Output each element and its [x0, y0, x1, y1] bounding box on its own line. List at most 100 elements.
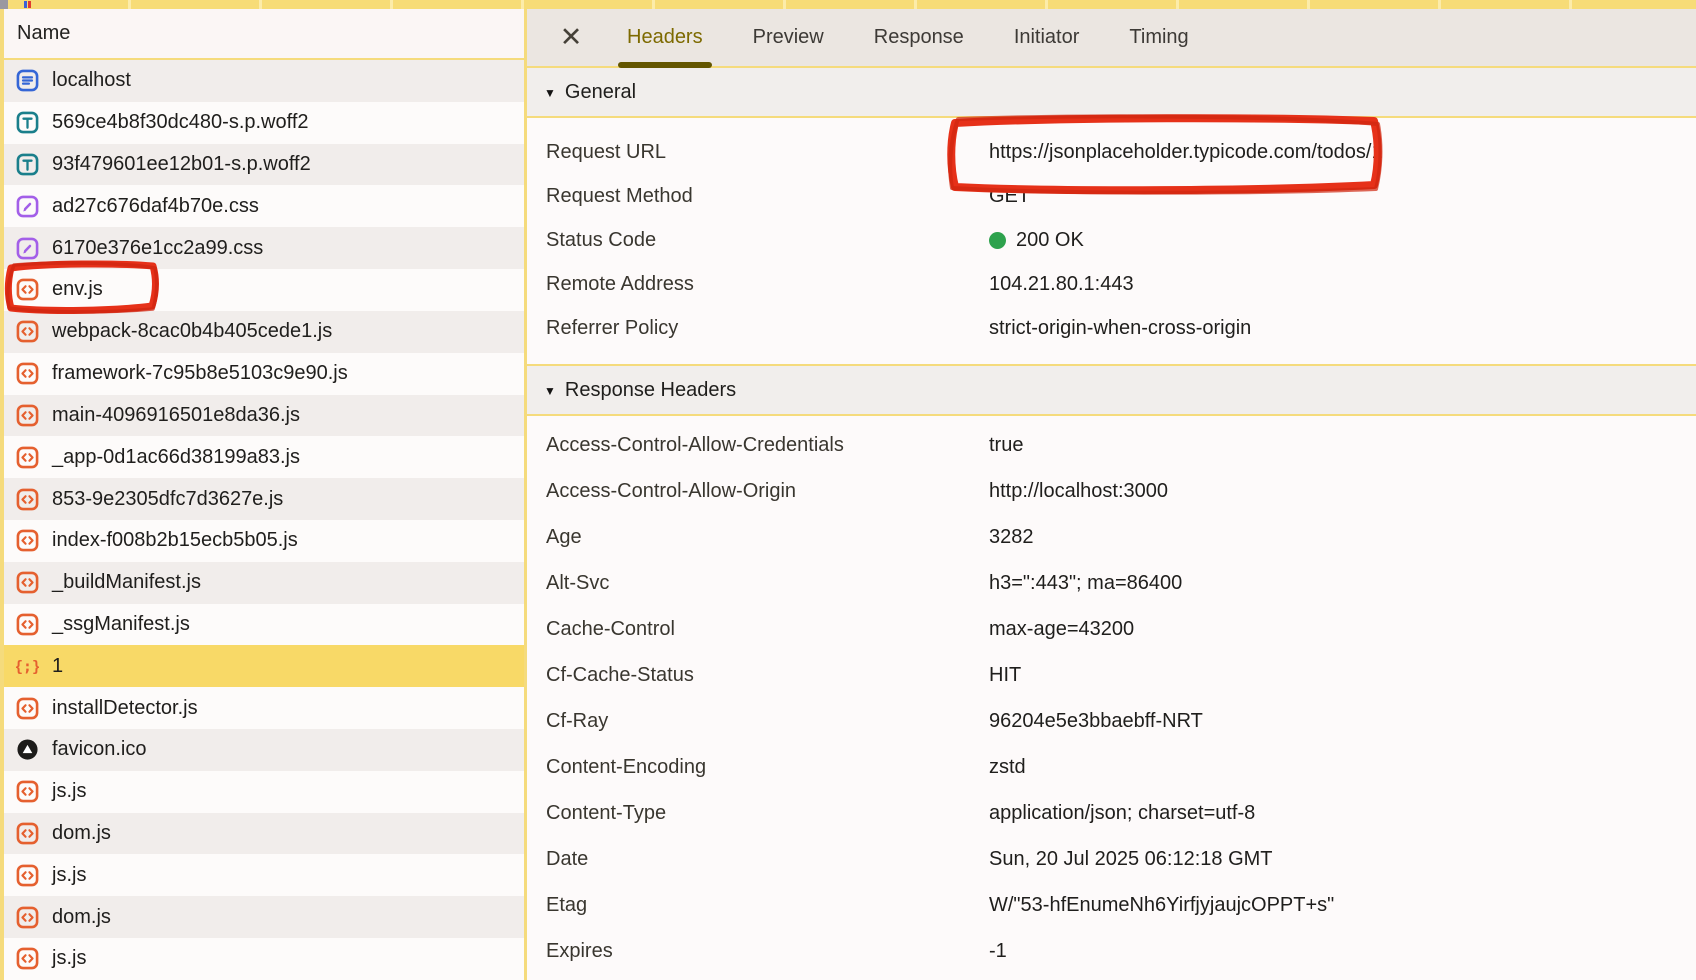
close-icon[interactable]: ✕	[557, 23, 585, 53]
header-name: Cf-Ray	[546, 710, 989, 733]
header-value-text: 104.21.80.1:443	[989, 273, 1134, 296]
status-ok-icon	[989, 232, 1006, 249]
header-row: Cf-Cache-Status HIT	[527, 652, 1696, 698]
network-request-row[interactable]: localhost	[4, 60, 524, 102]
header-row: Remote Address 104.21.80.1:443	[527, 262, 1696, 306]
tab-headers[interactable]: Headers	[627, 9, 703, 66]
header-name: Date	[546, 848, 989, 871]
request-name: localhost	[52, 69, 131, 92]
js-file-icon	[16, 864, 39, 887]
header-value-text: http://localhost:3000	[989, 480, 1168, 503]
request-name: index-f008b2b15ecb5b05.js	[52, 529, 298, 552]
header-row: Expires -1	[527, 928, 1696, 974]
section-title: Response Headers	[565, 379, 736, 402]
network-request-row[interactable]: 6170e376e1cc2a99.css	[4, 227, 524, 269]
name-column-header[interactable]: Name	[4, 9, 524, 60]
request-name: js.js	[52, 864, 86, 887]
network-request-row[interactable]: 853-9e2305dfc7d3627e.js	[4, 478, 524, 520]
tab-label: Response	[874, 26, 964, 49]
js-file-icon	[16, 571, 39, 594]
network-request-row[interactable]: main-4096916501e8da36.js	[4, 395, 524, 437]
tab-response[interactable]: Response	[874, 9, 964, 66]
js-file-icon	[16, 822, 39, 845]
header-value-text: 200 OK	[1016, 229, 1084, 252]
network-request-row[interactable]: index-f008b2b15ecb5b05.js	[4, 520, 524, 562]
network-request-row[interactable]: dom.js	[4, 813, 524, 855]
request-name: dom.js	[52, 906, 111, 929]
tab-label: Headers	[627, 26, 703, 49]
request-name: _app-0d1ac66d38199a83.js	[52, 446, 300, 469]
network-request-row[interactable]: 569ce4b8f30dc480-s.p.woff2	[4, 102, 524, 144]
tab-timing[interactable]: Timing	[1129, 9, 1188, 66]
network-request-row[interactable]: _ssgManifest.js	[4, 604, 524, 646]
tab-preview[interactable]: Preview	[753, 9, 824, 66]
header-value: HIT	[989, 664, 1021, 687]
font-file-icon	[16, 111, 39, 134]
header-value: strict-origin-when-cross-origin	[989, 317, 1251, 340]
header-value: -1	[989, 940, 1007, 963]
js-file-icon	[16, 404, 39, 427]
header-value-text: max-age=43200	[989, 618, 1134, 641]
header-value-text: zstd	[989, 756, 1026, 779]
request-name: favicon.ico	[52, 738, 147, 761]
network-overview-strip[interactable]	[0, 0, 1696, 9]
tab-label: Preview	[753, 26, 824, 49]
header-name: Request URL	[546, 141, 989, 164]
header-name: Access-Control-Allow-Credentials	[546, 434, 989, 457]
network-request-row[interactable]: js.js	[4, 854, 524, 896]
header-value-text: 96204e5e3bbaebff-NRT	[989, 710, 1203, 733]
general-rows: Request URL https://jsonplaceholder.typi…	[527, 118, 1696, 366]
network-request-row[interactable]: installDetector.js	[4, 687, 524, 729]
header-name: Request Method	[546, 185, 989, 208]
disclosure-triangle-icon: ▼	[544, 86, 556, 100]
js-file-icon	[16, 446, 39, 469]
request-name: _ssgManifest.js	[52, 613, 190, 636]
js-file-icon	[16, 529, 39, 552]
network-request-row[interactable]: 93f479601ee12b01-s.p.woff2	[4, 144, 524, 186]
header-value: Sun, 20 Jul 2025 06:12:18 GMT	[989, 848, 1273, 871]
network-request-row[interactable]: env.js	[4, 269, 524, 311]
network-request-row[interactable]: ad27c676daf4b70e.css	[4, 185, 524, 227]
network-request-row[interactable]: framework-7c95b8e5103c9e90.js	[4, 353, 524, 395]
tab-initiator[interactable]: Initiator	[1014, 9, 1080, 66]
js-file-icon	[16, 906, 39, 929]
header-row: Etag W/"53-hfEnumeNh6YirfjyjaujcOPPT+s"	[527, 882, 1696, 928]
header-row: Referrer Policy strict-origin-when-cross…	[527, 306, 1696, 350]
header-value: true	[989, 434, 1023, 457]
header-row: Cf-Ray 96204e5e3bbaebff-NRT	[527, 698, 1696, 744]
section-header-response-headers[interactable]: ▼ Response Headers	[527, 366, 1696, 416]
request-name: js.js	[52, 947, 86, 970]
request-name: installDetector.js	[52, 697, 198, 720]
network-request-row-selected[interactable]: {;} 1	[4, 645, 524, 687]
header-value-text: Sun, 20 Jul 2025 06:12:18 GMT	[989, 848, 1273, 871]
network-request-row[interactable]: js.js	[4, 938, 524, 980]
document-file-icon	[16, 69, 39, 92]
network-request-row[interactable]: favicon.ico	[4, 729, 524, 771]
header-row: Content-Type application/json; charset=u…	[527, 790, 1696, 836]
request-name: 93f479601ee12b01-s.p.woff2	[52, 153, 311, 176]
header-row: Request Method GET	[527, 174, 1696, 218]
network-request-row[interactable]: dom.js	[4, 896, 524, 938]
request-name: env.js	[52, 278, 103, 301]
js-file-icon	[16, 488, 39, 511]
overview-segment-lines	[0, 0, 1696, 9]
header-name: Remote Address	[546, 273, 989, 296]
css-file-icon	[16, 237, 39, 260]
js-file-icon	[16, 278, 39, 301]
header-value: http://localhost:3000	[989, 480, 1168, 503]
tab-label: Timing	[1129, 26, 1188, 49]
request-name: 1	[52, 655, 63, 678]
section-general: ▼ General Request URL https://jsonplaceh…	[527, 68, 1696, 366]
network-request-row[interactable]: js.js	[4, 771, 524, 813]
requests-pane: Name localhost 569ce4b8f30dc480-s.p.woff…	[0, 9, 524, 980]
header-row: Content-Encoding zstd	[527, 744, 1696, 790]
network-request-row[interactable]: webpack-8cac0b4b405cede1.js	[4, 311, 524, 353]
network-request-row[interactable]: _app-0d1ac66d38199a83.js	[4, 436, 524, 478]
header-name: Content-Encoding	[546, 756, 989, 779]
header-value-text: GET	[989, 185, 1030, 208]
network-request-row[interactable]: _buildManifest.js	[4, 562, 524, 604]
section-header-general[interactable]: ▼ General	[527, 68, 1696, 118]
svg-text:{;}: {;}	[16, 658, 39, 675]
response-header-rows: Access-Control-Allow-Credentials true Ac…	[527, 416, 1696, 974]
name-column-label: Name	[17, 22, 70, 45]
